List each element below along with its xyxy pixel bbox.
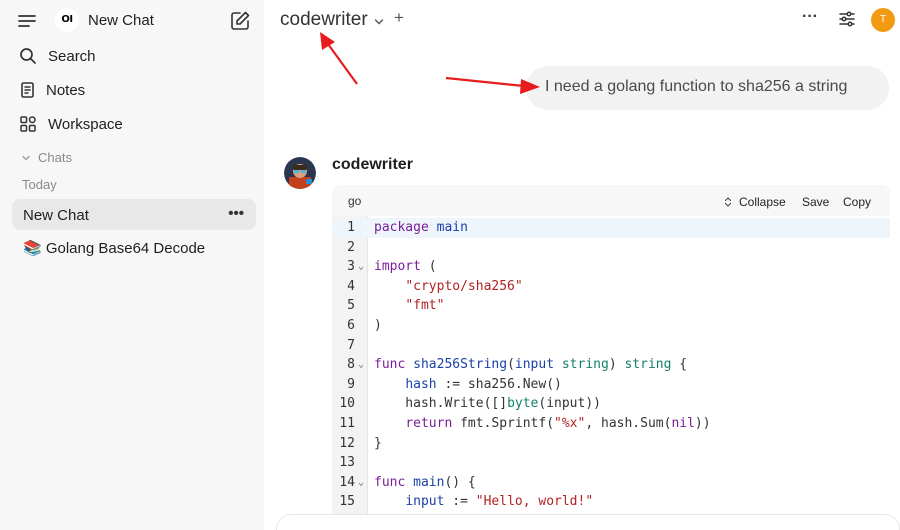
user-message-text: I need a golang function to sha256 a str…	[545, 78, 848, 95]
sidebar-item-label: Notes	[46, 82, 86, 99]
assistant-name: codewriter	[332, 156, 413, 173]
fold-chevron-icon[interactable]: ⌄	[358, 257, 364, 277]
line-number: 6	[347, 318, 355, 333]
sidebar-item-workspace[interactable]: Workspace	[12, 109, 256, 139]
line-number: 10	[339, 396, 355, 412]
line-number: 15	[339, 494, 355, 510]
code-text: )	[374, 318, 382, 333]
line-number: 11	[339, 416, 355, 431]
code-text: input := "Hello, world!"	[405, 494, 594, 510]
line-number: 14	[339, 474, 355, 490]
chevron-down-icon	[20, 151, 32, 163]
code-line: 6)	[332, 316, 890, 336]
code-text: hash.Write([]byte(input))	[374, 396, 601, 412]
chat-item-golang-base64[interactable]: 📚 Golang Base64 Decode	[12, 231, 256, 262]
new-chat-title[interactable]: New Chat	[88, 12, 154, 29]
line-number: 3	[347, 259, 355, 275]
code-text: hash := sha256.New()	[405, 376, 562, 392]
code-text: package main	[374, 220, 468, 235]
add-model-button[interactable]: +	[394, 8, 404, 28]
chat-item-label: 📚 Golang Base64 Decode	[23, 240, 206, 257]
code-line: 3 ⌄ import (	[332, 257, 890, 277]
chat-item-new-chat[interactable]: New Chat •••	[12, 199, 256, 230]
line-number: 7	[347, 337, 355, 353]
new-chat-edit-icon[interactable]	[229, 10, 251, 32]
code-block-header: go Collapse Save Copy	[332, 185, 890, 216]
code-line: 11 return fmt.Sprintf("%x", hash.Sum(nil…	[332, 414, 890, 434]
fold-chevron-icon[interactable]: ⌄	[358, 355, 364, 375]
chats-section-toggle[interactable]: Chats	[20, 149, 110, 167]
line-number: 12	[339, 435, 355, 451]
code-line: 5 "fmt"	[332, 296, 890, 316]
code-line: 2	[332, 238, 890, 258]
line-number: 5	[347, 298, 355, 314]
code-text: import (	[374, 259, 437, 275]
code-text: return fmt.Sprintf("%x", hash.Sum(nil))	[405, 416, 711, 431]
code-line: 12}	[332, 434, 890, 454]
code-text: "fmt"	[405, 298, 445, 314]
code-line: 8 ⌄ func sha256String(input string) string…	[332, 355, 890, 375]
code-line: 10 hash.Write([]byte(input))	[332, 394, 890, 414]
sidebar: OI New Chat Search Notes Workspace Chats…	[0, 0, 264, 530]
fold-chevron-icon[interactable]: ⌄	[358, 473, 364, 493]
code-text: func sha256String(input string) string {	[374, 357, 688, 373]
line-number: 8	[347, 357, 355, 373]
sidebar-item-label: Workspace	[48, 116, 123, 133]
code-text: "crypto/sha256"	[405, 278, 523, 294]
line-number: 2	[347, 239, 355, 255]
workspace-icon	[18, 114, 38, 134]
controls-sliders-icon[interactable]	[837, 9, 857, 29]
code-line: 7	[332, 336, 890, 356]
model-name: codewriter	[280, 9, 368, 30]
sidebar-item-search[interactable]: Search	[12, 41, 256, 71]
notes-icon	[18, 80, 38, 100]
code-line: 4 "crypto/sha256"	[332, 277, 890, 297]
save-button[interactable]: Save	[802, 195, 829, 209]
collapse-chevrons-icon	[723, 195, 733, 207]
chat-item-label: New Chat	[23, 207, 89, 224]
code-language-label: go	[348, 194, 362, 208]
line-number: 9	[347, 376, 355, 392]
user-message-bubble: I need a golang function to sha256 a str…	[526, 66, 889, 110]
code-block: go Collapse Save Copy 1 package main 2 3 ⌄ im…	[332, 185, 890, 530]
code-line: 15 input := "Hello, world!"	[332, 492, 890, 512]
menu-icon[interactable]	[16, 10, 38, 32]
chat-group-label: Today	[22, 177, 57, 192]
user-avatar[interactable]: T	[871, 8, 895, 32]
code-text: }	[374, 435, 382, 451]
code-line: 9 hash := sha256.New()	[332, 375, 890, 395]
code-text: func main() {	[374, 474, 476, 490]
sidebar-header: OI New Chat	[0, 0, 264, 42]
copy-button[interactable]: Copy	[843, 195, 871, 209]
search-icon	[18, 46, 38, 66]
model-selector[interactable]: codewriter	[280, 9, 390, 33]
assistant-avatar	[284, 157, 316, 189]
chat-options-icon[interactable]: •••	[228, 205, 244, 222]
code-line: 1 package main	[332, 218, 890, 238]
main-panel: codewriter + ··· T I need a golang funct…	[264, 0, 900, 530]
message-input[interactable]	[276, 514, 900, 530]
chats-label: Chats	[38, 150, 72, 165]
line-number: 13	[339, 455, 355, 471]
line-number: 4	[347, 278, 355, 294]
app-logo: OI	[55, 8, 79, 32]
chevron-down-icon	[373, 15, 385, 27]
sidebar-item-notes[interactable]: Notes	[12, 75, 256, 105]
more-options-icon[interactable]: ···	[802, 8, 818, 26]
code-editor[interactable]: 1 package main 2 3 ⌄ import (4 "crypto/sha256…	[332, 216, 890, 530]
line-number: 1	[347, 220, 355, 235]
sidebar-item-label: Search	[48, 48, 96, 65]
code-line: 13	[332, 453, 890, 473]
collapse-button[interactable]: Collapse	[739, 195, 786, 209]
code-line: 14 ⌄ func main() {	[332, 473, 890, 493]
